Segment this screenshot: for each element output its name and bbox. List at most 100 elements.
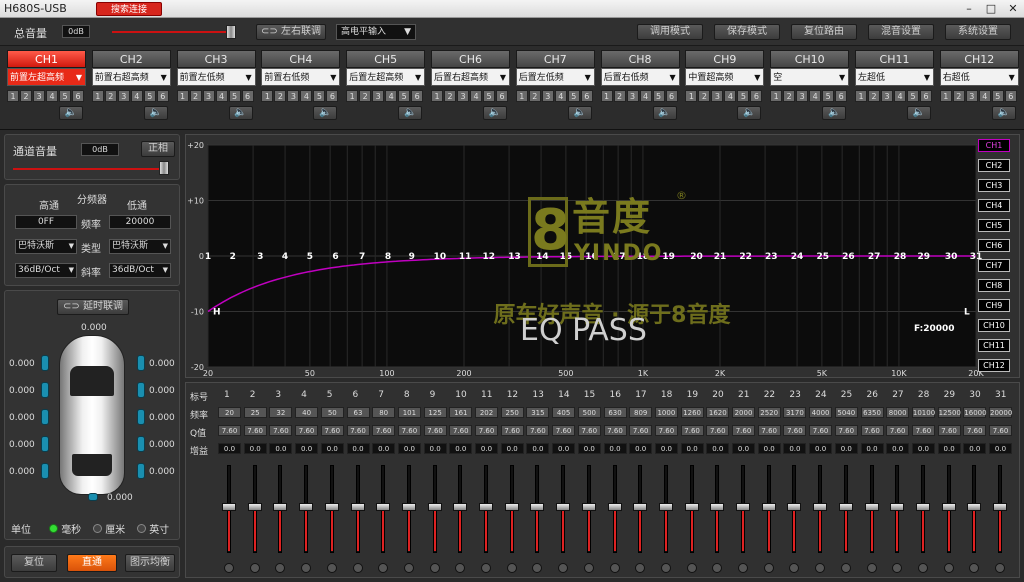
output-number-button[interactable]: 2: [20, 90, 32, 102]
output-number-button[interactable]: 5: [483, 90, 495, 102]
output-number-button[interactable]: 3: [33, 90, 45, 102]
output-number-button[interactable]: 6: [156, 90, 169, 102]
gain-cell[interactable]: 0.0: [526, 443, 550, 454]
fader-reset-icon[interactable]: [686, 563, 697, 573]
fader-knob[interactable]: [479, 503, 493, 511]
gain-cell[interactable]: 0.0: [706, 443, 730, 454]
eq-graph[interactable]: +20 +10 0 -10 -20 20 50 100 200 500 1K 2K 5K 10K 20K 1 2…: [185, 134, 1020, 378]
output-number-button[interactable]: 5: [228, 90, 241, 102]
fader-knob[interactable]: [761, 503, 776, 511]
output-number-button[interactable]: 5: [313, 90, 326, 102]
fader-knob[interactable]: [453, 503, 468, 511]
channel-assign-select-6[interactable]: 后置右超高频 ▼: [431, 68, 510, 86]
output-number-button[interactable]: 5: [143, 90, 156, 102]
fader-knob[interactable]: [941, 503, 956, 511]
save-mode-button[interactable]: 保存模式: [714, 24, 780, 40]
fader-knob[interactable]: [787, 503, 802, 511]
output-number-button[interactable]: 2: [359, 90, 372, 102]
output-number-button[interactable]: 4: [385, 90, 398, 102]
mute-button[interactable]: 🔈: [652, 106, 677, 120]
reset-button[interactable]: 复位: [11, 554, 57, 572]
speaker-right-icon[interactable]: [137, 382, 145, 398]
freq-cell[interactable]: 630: [603, 407, 627, 418]
output-number-button[interactable]: 6: [665, 90, 678, 102]
mute-button[interactable]: 🔈: [907, 106, 931, 120]
fader-knob[interactable]: [607, 503, 622, 511]
freq-cell[interactable]: 4000: [809, 407, 833, 418]
output-number-button[interactable]: 1: [431, 90, 443, 102]
phase-button[interactable]: 正相: [141, 141, 175, 157]
unit-ms-option[interactable]: 毫秒: [49, 521, 81, 536]
output-number-button[interactable]: 4: [46, 90, 58, 102]
q-cell[interactable]: 7.60: [989, 425, 1012, 436]
q-cell[interactable]: 7.60: [577, 425, 601, 436]
gain-cell[interactable]: 0.0: [577, 443, 601, 454]
gain-cell[interactable]: 0.0: [423, 443, 447, 454]
output-number-button[interactable]: 3: [202, 90, 215, 102]
fader-knob[interactable]: [247, 503, 262, 511]
output-number-button[interactable]: 2: [274, 90, 287, 102]
gain-cell[interactable]: 0.0: [937, 443, 961, 454]
close-icon[interactable]: ✕: [1004, 2, 1022, 16]
fader-reset-icon[interactable]: [635, 563, 646, 573]
speaker-right-icon[interactable]: [137, 436, 145, 452]
fader-knob[interactable]: [427, 503, 442, 511]
fader-knob[interactable]: [556, 503, 571, 511]
gain-cell[interactable]: 0.0: [218, 443, 241, 454]
channel-tab-12[interactable]: CH12: [939, 50, 1019, 68]
speaker-right-icon[interactable]: [137, 463, 145, 479]
channel-tab-8[interactable]: CH8: [600, 50, 680, 68]
fader-knob[interactable]: [993, 503, 1007, 511]
fader-knob[interactable]: [813, 503, 828, 511]
system-settings-button[interactable]: 系统设置: [945, 24, 1011, 40]
output-number-button[interactable]: 4: [894, 90, 906, 102]
channel-tab-3[interactable]: CH3: [176, 50, 256, 68]
output-number-button[interactable]: 2: [952, 90, 965, 102]
output-number-button[interactable]: 6: [411, 90, 424, 102]
freq-cell[interactable]: 500: [577, 407, 601, 418]
output-number-button[interactable]: 3: [626, 90, 639, 102]
legend-ch12[interactable]: CH12: [978, 359, 1010, 372]
hp-slope-select[interactable]: 36dB/Oct ▼: [15, 263, 77, 278]
fader-reset-icon[interactable]: [943, 563, 954, 573]
legend-ch8[interactable]: CH8: [978, 279, 1010, 292]
q-cell[interactable]: 7.60: [346, 425, 370, 436]
rear-speaker-icon[interactable]: [88, 493, 98, 501]
output-number-button[interactable]: 1: [346, 90, 359, 102]
output-number-button[interactable]: 5: [567, 90, 580, 102]
fader-knob[interactable]: [864, 503, 879, 511]
output-number-button[interactable]: 6: [326, 90, 339, 102]
legend-ch10[interactable]: CH10: [978, 319, 1010, 332]
fader-reset-icon[interactable]: [789, 563, 800, 573]
output-number-button[interactable]: 1: [91, 90, 104, 102]
gain-cell[interactable]: 0.0: [886, 443, 910, 454]
q-cell[interactable]: 7.60: [423, 425, 447, 436]
fader-reset-icon[interactable]: [660, 563, 671, 573]
fader-knob[interactable]: [838, 503, 853, 511]
channel-assign-select-8[interactable]: 后置右低频 ▼: [600, 68, 680, 86]
q-cell[interactable]: 7.60: [243, 425, 267, 436]
gain-cell[interactable]: 0.0: [500, 443, 524, 454]
freq-cell[interactable]: 6350: [860, 407, 884, 418]
gain-cell[interactable]: 0.0: [629, 443, 653, 454]
fader-reset-icon[interactable]: [763, 563, 774, 573]
master-volume-knob[interactable]: [226, 25, 236, 39]
speaker-left-icon[interactable]: [41, 409, 49, 425]
q-cell[interactable]: 7.60: [706, 425, 730, 436]
q-cell[interactable]: 7.60: [372, 425, 396, 436]
fader-reset-icon[interactable]: [506, 563, 517, 573]
bypass-button[interactable]: 直通: [67, 554, 117, 572]
output-number-button[interactable]: 1: [515, 90, 528, 102]
q-cell[interactable]: 7.60: [963, 425, 987, 436]
freq-cell[interactable]: 2520: [757, 407, 781, 418]
gain-cell[interactable]: 0.0: [989, 443, 1012, 454]
freq-cell[interactable]: 10100: [911, 407, 935, 418]
freq-cell[interactable]: 250: [500, 407, 524, 418]
freq-cell[interactable]: 2000: [732, 407, 755, 418]
fader-reset-icon[interactable]: [866, 563, 877, 573]
fader-knob[interactable]: [890, 503, 905, 511]
speaker-right-icon[interactable]: [137, 355, 145, 371]
channel-assign-select-3[interactable]: 前置左低频 ▼: [176, 68, 256, 86]
fader-knob[interactable]: [401, 503, 416, 511]
gain-cell[interactable]: 0.0: [834, 443, 858, 454]
